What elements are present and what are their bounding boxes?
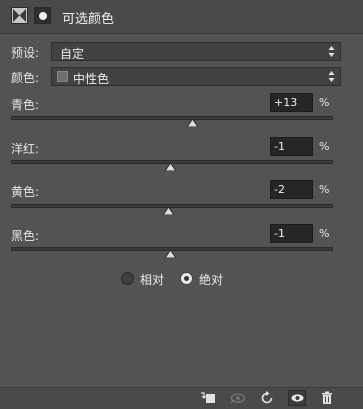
radio-unchecked-icon [121, 272, 134, 285]
reset-icon[interactable] [258, 390, 276, 406]
yellow-unit: % [319, 183, 330, 196]
cyan-slider-thumb[interactable] [187, 119, 199, 127]
layer-mask-icon[interactable] [34, 7, 51, 24]
updown-arrows-icon [328, 69, 335, 84]
relative-label: 相对 [140, 273, 165, 287]
relative-radio[interactable]: 相对 [121, 271, 171, 287]
visibility-eye-icon[interactable] [288, 390, 306, 406]
mask-dot-icon [39, 12, 47, 20]
absolute-label: 绝对 [199, 273, 224, 287]
black-label: 黑色: [11, 229, 40, 243]
cyan-unit: % [319, 96, 330, 109]
adjustment-mask-icon[interactable] [11, 7, 28, 24]
black-unit: % [319, 227, 330, 240]
color-swatch [57, 71, 68, 82]
properties-panel: 可选颜色 预设: 自定 颜色: 中性色 青色: +13 % 洋红: -1 % 黄… [0, 0, 363, 409]
cyan-slider-track[interactable] [11, 116, 333, 120]
clip-to-layer-icon[interactable] [199, 390, 217, 406]
view-previous-icon[interactable] [229, 390, 247, 406]
trash-icon[interactable] [318, 390, 336, 406]
preset-label: 预设: [11, 46, 40, 60]
panel-title: 可选颜色 [62, 12, 115, 27]
colors-dropdown[interactable]: 中性色 [51, 67, 341, 86]
yellow-input[interactable]: -2 [270, 180, 313, 199]
colors-value: 中性色 [73, 72, 110, 86]
radio-checked-icon [180, 272, 193, 285]
black-input[interactable]: -1 [270, 224, 313, 243]
black-slider-thumb[interactable] [164, 250, 176, 258]
magenta-input[interactable]: -1 [270, 137, 313, 156]
magenta-unit: % [319, 140, 330, 153]
yellow-slider-thumb[interactable] [163, 207, 175, 215]
colors-label: 颜色: [11, 71, 40, 85]
absolute-radio[interactable]: 绝对 [180, 271, 230, 287]
magenta-slider-thumb[interactable] [164, 163, 176, 171]
panel-header: 可选颜色 [0, 0, 363, 34]
panel-footer [0, 387, 363, 409]
preset-value: 自定 [60, 47, 85, 61]
magenta-label: 洋红: [11, 142, 40, 156]
updown-arrows-icon [328, 44, 335, 59]
preset-dropdown[interactable]: 自定 [51, 42, 341, 61]
cyan-label: 青色: [11, 98, 40, 112]
cyan-input[interactable]: +13 [270, 93, 313, 112]
yellow-label: 黄色: [11, 185, 40, 199]
